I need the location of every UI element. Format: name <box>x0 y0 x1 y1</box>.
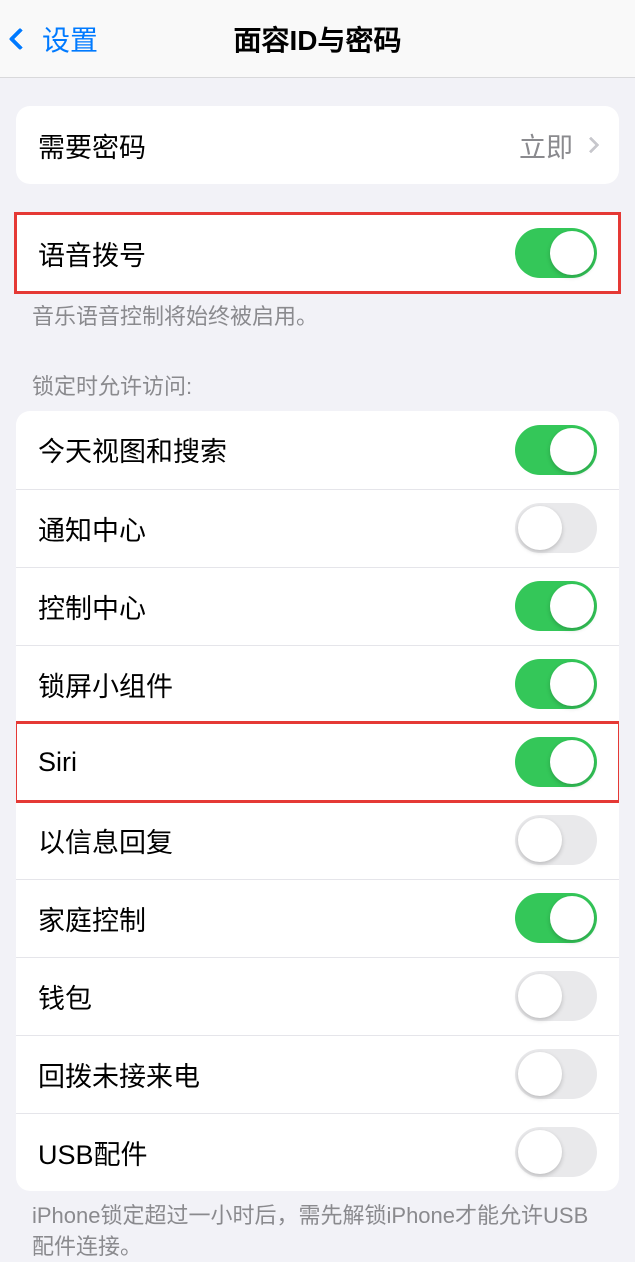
lock-screen-widgets-row: 锁屏小组件 <box>16 645 619 723</box>
return-missed-calls-row: 回拨未接来电 <box>16 1035 619 1113</box>
return-missed-calls-label: 回拨未接来电 <box>38 1055 515 1094</box>
navigation-bar: 设置 面容ID与密码 <box>0 0 635 78</box>
notification-center-row: 通知中心 <box>16 489 619 567</box>
siri-toggle[interactable] <box>515 737 597 787</box>
require-passcode-row[interactable]: 需要密码 立即 <box>16 106 619 184</box>
toggle-knob <box>518 974 562 1018</box>
voice-dial-footer: 音乐语音控制将始终被启用。 <box>0 292 635 333</box>
siri-label: Siri <box>38 747 515 778</box>
toggle-knob <box>518 818 562 862</box>
toggle-knob <box>518 1130 562 1174</box>
toggle-knob <box>550 428 594 472</box>
page-title: 面容ID与密码 <box>233 19 401 59</box>
back-label: 设置 <box>42 19 98 59</box>
usb-footer: iPhone锁定超过一小时后，需先解锁iPhone才能允许USB配件连接。 <box>0 1191 635 1262</box>
toggle-knob <box>550 231 594 275</box>
voice-dial-toggle[interactable] <box>515 228 597 278</box>
today-view-toggle[interactable] <box>515 425 597 475</box>
home-control-label: 家庭控制 <box>38 899 515 938</box>
toggle-knob <box>550 584 594 628</box>
require-passcode-group: 需要密码 立即 <box>16 106 619 184</box>
home-control-row: 家庭控制 <box>16 879 619 957</box>
wallet-toggle[interactable] <box>515 971 597 1021</box>
usb-accessories-toggle[interactable] <box>515 1127 597 1177</box>
control-center-row: 控制中心 <box>16 567 619 645</box>
today-view-row: 今天视图和搜索 <box>16 411 619 489</box>
reply-with-message-row: 以信息回复 <box>16 801 619 879</box>
today-view-label: 今天视图和搜索 <box>38 430 515 469</box>
chevron-right-icon <box>583 137 600 154</box>
voice-dial-label: 语音拨号 <box>38 234 515 273</box>
notification-center-label: 通知中心 <box>38 509 515 548</box>
reply-with-message-toggle[interactable] <box>515 815 597 865</box>
toggle-knob <box>550 740 594 784</box>
reply-with-message-label: 以信息回复 <box>38 821 515 860</box>
usb-accessories-label: USB配件 <box>38 1133 515 1172</box>
return-missed-calls-toggle[interactable] <box>515 1049 597 1099</box>
toggle-knob <box>550 662 594 706</box>
chevron-left-icon <box>9 27 32 50</box>
lock-screen-widgets-toggle[interactable] <box>515 659 597 709</box>
lock-screen-widgets-label: 锁屏小组件 <box>38 665 515 704</box>
wallet-label: 钱包 <box>38 977 515 1016</box>
toggle-knob <box>518 1052 562 1096</box>
toggle-knob <box>550 896 594 940</box>
back-button[interactable]: 设置 <box>0 19 98 59</box>
allow-access-header: 锁定时允许访问: <box>0 333 635 411</box>
control-center-label: 控制中心 <box>38 587 515 626</box>
voice-dial-group: 语音拨号 <box>16 214 619 292</box>
control-center-toggle[interactable] <box>515 581 597 631</box>
allow-access-group: 今天视图和搜索 通知中心 控制中心 锁屏小组件 Siri 以信息回复 家庭控制 <box>16 411 619 1191</box>
toggle-knob <box>518 506 562 550</box>
require-passcode-value: 立即 <box>519 126 573 165</box>
usb-accessories-row: USB配件 <box>16 1113 619 1191</box>
voice-dial-row: 语音拨号 <box>16 214 619 292</box>
notification-center-toggle[interactable] <box>515 503 597 553</box>
siri-row: Siri <box>16 723 619 801</box>
wallet-row: 钱包 <box>16 957 619 1035</box>
home-control-toggle[interactable] <box>515 893 597 943</box>
require-passcode-label: 需要密码 <box>38 126 519 165</box>
